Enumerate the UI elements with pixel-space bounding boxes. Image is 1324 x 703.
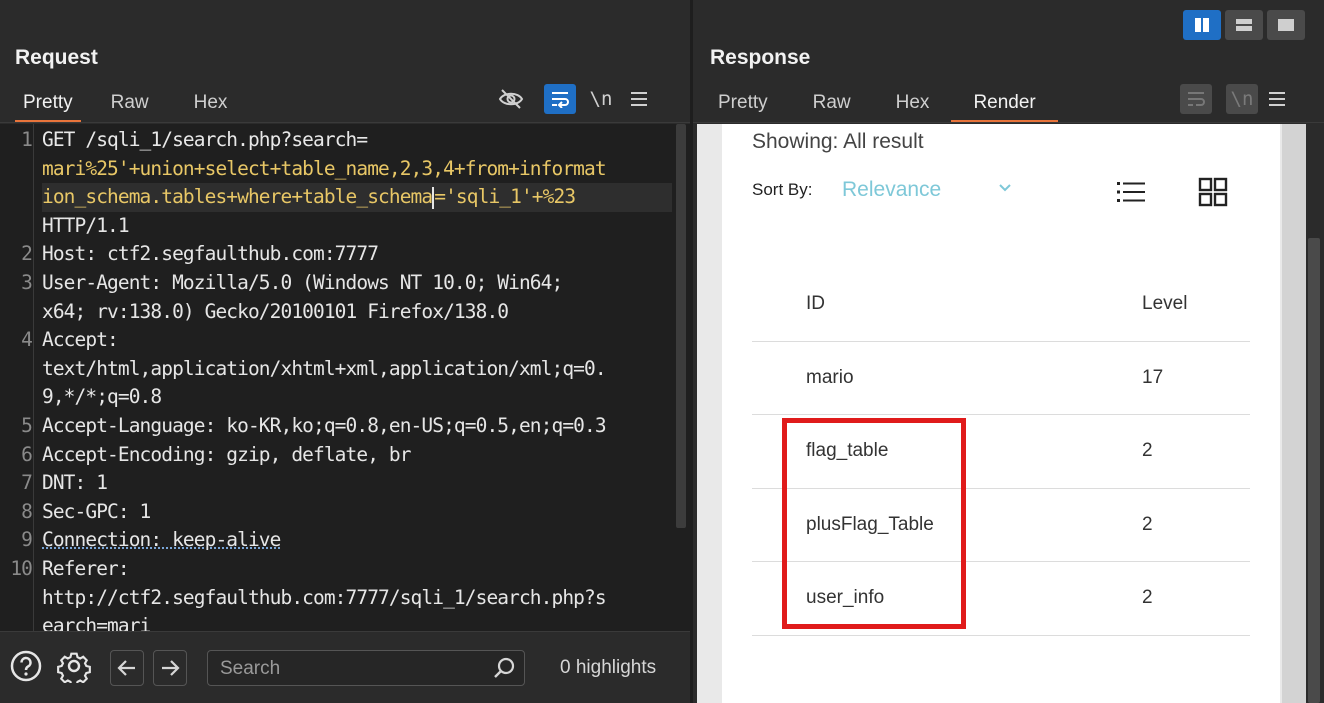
settings-gear-icon[interactable] bbox=[57, 649, 91, 683]
help-icon[interactable] bbox=[9, 649, 43, 683]
newline-icon: \n bbox=[1226, 84, 1258, 114]
menu-icon[interactable] bbox=[622, 84, 656, 114]
eye-slash-icon[interactable] bbox=[494, 84, 528, 114]
chevron-down-icon[interactable] bbox=[997, 180, 1013, 196]
grid-view-icon[interactable] bbox=[1197, 176, 1229, 208]
request-code[interactable]: 1 GET /sqli_1/search.php?search= mari%25'… bbox=[10, 126, 672, 631]
line-number: 10 bbox=[10, 556, 33, 580]
panel-divider[interactable] bbox=[690, 0, 693, 703]
wrap-icon bbox=[1180, 84, 1212, 114]
wrap-icon[interactable] bbox=[544, 84, 576, 114]
table-row: mario 17 bbox=[752, 341, 1250, 415]
request-tabs: Pretty Raw Hex bbox=[15, 86, 227, 123]
cell-level: 2 bbox=[1142, 561, 1250, 636]
highlights-count: 0 highlights bbox=[560, 657, 657, 678]
line-number: 6 bbox=[21, 442, 33, 466]
response-tab-separator bbox=[693, 122, 1324, 123]
request-editor[interactable]: 1 GET /sqli_1/search.php?search= mari%25'… bbox=[0, 124, 690, 631]
split-vertical-icon[interactable] bbox=[1183, 10, 1221, 40]
tab-hex[interactable]: Hex bbox=[194, 86, 228, 123]
search-input[interactable] bbox=[220, 657, 470, 681]
line-number: 9 bbox=[21, 528, 33, 552]
line-number: 8 bbox=[21, 499, 33, 523]
cell-level: 2 bbox=[1142, 488, 1250, 562]
result-summary: Showing: All result bbox=[752, 130, 924, 153]
burp-repeater-window: Request Pretty Raw Hex \n 1 GET /sqli_1/s… bbox=[0, 0, 1324, 703]
response-tabs: Pretty Raw Hex Render bbox=[718, 86, 1058, 123]
split-horizontal-icon[interactable] bbox=[1225, 10, 1263, 40]
line-number: 1 bbox=[21, 128, 33, 151]
cell-level: 17 bbox=[1142, 341, 1250, 415]
search-icon bbox=[494, 657, 515, 678]
table-header-row: ID Level bbox=[752, 267, 1250, 342]
editor-scrollbar[interactable] bbox=[676, 124, 686, 528]
tab-pretty[interactable]: Pretty bbox=[718, 86, 768, 123]
response-title: Response bbox=[710, 46, 811, 69]
sort-select[interactable]: Relevance bbox=[842, 178, 941, 202]
tab-pretty[interactable]: Pretty bbox=[15, 86, 81, 123]
cell-id: mario bbox=[752, 341, 1142, 415]
tab-render[interactable]: Render bbox=[951, 86, 1058, 123]
menu-icon[interactable] bbox=[1260, 84, 1294, 114]
render-scrollbar[interactable] bbox=[1308, 238, 1320, 703]
line-number: 2 bbox=[21, 242, 33, 266]
request-toolbar: \n bbox=[494, 84, 656, 114]
single-panel-icon[interactable] bbox=[1267, 10, 1305, 40]
list-view-icon[interactable] bbox=[1115, 178, 1147, 206]
line-number: 5 bbox=[21, 413, 33, 437]
column-header-id: ID bbox=[752, 267, 1142, 342]
newline-icon[interactable]: \n bbox=[584, 84, 618, 114]
line-number: 3 bbox=[21, 270, 33, 294]
forward-arrow-icon[interactable] bbox=[153, 650, 187, 686]
request-panel: Request Pretty Raw Hex \n 1 GET /sqli_1/s… bbox=[0, 0, 690, 703]
back-arrow-icon[interactable] bbox=[110, 650, 144, 686]
sort-by-label: Sort By: bbox=[752, 180, 813, 199]
line-number: 4 bbox=[21, 328, 33, 352]
line-number: 7 bbox=[21, 471, 33, 495]
request-tab-separator bbox=[0, 122, 690, 123]
response-toolbar: \n bbox=[1180, 84, 1294, 114]
tab-hex[interactable]: Hex bbox=[896, 86, 930, 123]
request-title: Request bbox=[15, 46, 98, 69]
tab-raw[interactable]: Raw bbox=[813, 86, 851, 123]
render-margin bbox=[1282, 124, 1306, 703]
highlight-annotation-box bbox=[782, 418, 966, 629]
cell-level: 2 bbox=[1142, 414, 1250, 489]
tab-raw[interactable]: Raw bbox=[111, 86, 149, 123]
layout-toggle bbox=[1183, 10, 1305, 40]
column-header-level: Level bbox=[1142, 267, 1250, 342]
search-box[interactable] bbox=[207, 650, 525, 686]
